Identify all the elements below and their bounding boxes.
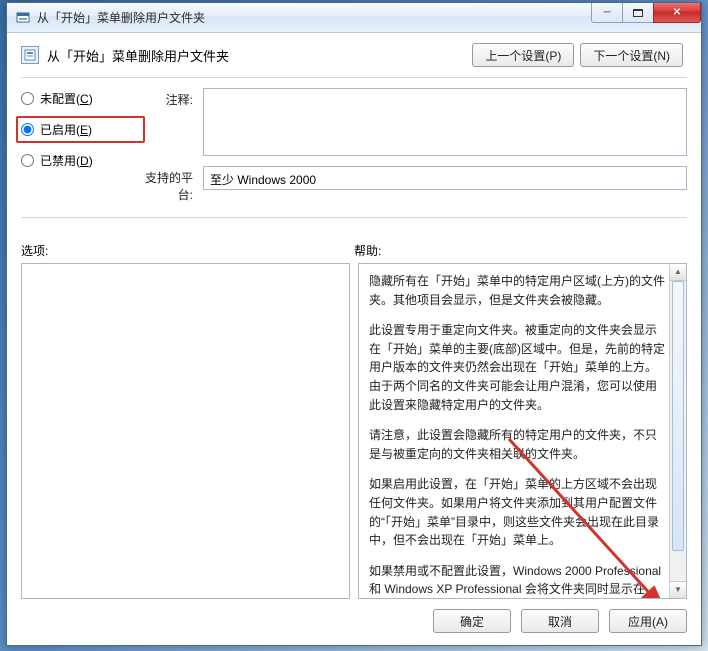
window-controls: ─ ✕	[592, 3, 701, 25]
maximize-icon	[633, 9, 643, 17]
app-icon	[15, 10, 31, 26]
ok-button[interactable]: 确定	[433, 609, 511, 633]
window: 从「开始」菜单删除用户文件夹 ─ ✕ 从「开始」菜单删除用户文件夹	[6, 2, 702, 646]
options-pane	[21, 263, 350, 599]
radio-disabled[interactable]: 已禁用(D)	[21, 152, 131, 169]
pane-labels: 选项: 帮助:	[21, 242, 687, 259]
prev-setting-button[interactable]: 上一个设置(P)	[472, 43, 574, 67]
config-row: 未配置(C) 已启用(E) 已禁用(D) 注释: 支持的平台	[21, 88, 687, 203]
policy-icon	[21, 46, 39, 64]
client-area: 从「开始」菜单删除用户文件夹 上一个设置(P) 下一个设置(N) 未配置(C) …	[7, 33, 701, 645]
radio-not-configured[interactable]: 未配置(C)	[21, 90, 131, 107]
state-radios: 未配置(C) 已启用(E) 已禁用(D)	[21, 88, 131, 203]
divider2	[21, 217, 687, 218]
next-setting-button[interactable]: 下一个设置(N)	[580, 43, 683, 67]
help-paragraph: 如果禁用或不配置此设置，Windows 2000 Professional 和 …	[369, 562, 666, 599]
options-label: 选项:	[21, 242, 354, 259]
header-row: 从「开始」菜单删除用户文件夹 上一个设置(P) 下一个设置(N)	[21, 43, 687, 67]
scroll-down-button[interactable]: ▼	[670, 581, 686, 598]
help-paragraph: 隐藏所有在「开始」菜单中的特定用户区域(上方)的文件夹。其他项目会显示，但是文件…	[369, 272, 666, 309]
window-title: 从「开始」菜单删除用户文件夹	[37, 9, 205, 26]
maximize-button[interactable]	[622, 3, 654, 23]
footer: 确定 取消 应用(A)	[21, 609, 687, 633]
help-paragraph: 请注意，此设置会隐藏所有的特定用户的文件夹，不只是与被重定向的文件夹相关联的文件…	[369, 426, 666, 463]
policy-title: 从「开始」菜单删除用户文件夹	[47, 46, 229, 65]
minimize-button[interactable]: ─	[591, 3, 623, 23]
scroll-thumb[interactable]	[672, 281, 684, 551]
help-pane: 隐藏所有在「开始」菜单中的特定用户区域(上方)的文件夹。其他项目会显示，但是文件…	[358, 263, 687, 599]
scrollbar[interactable]: ▲ ▼	[669, 264, 686, 598]
help-paragraph: 如果启用此设置，在「开始」菜单的上方区域不会出现任何文件夹。如果用户将文件夹添加…	[369, 475, 666, 549]
comment-label: 注释:	[131, 88, 203, 156]
apply-button[interactable]: 应用(A)	[609, 609, 687, 633]
help-body: 隐藏所有在「开始」菜单中的特定用户区域(上方)的文件夹。其他项目会显示，但是文件…	[369, 272, 666, 599]
scroll-track[interactable]	[670, 281, 686, 581]
comment-input[interactable]	[203, 88, 687, 156]
titlebar[interactable]: 从「开始」菜单删除用户文件夹 ─ ✕	[7, 3, 701, 33]
close-button[interactable]: ✕	[653, 3, 701, 23]
close-icon: ✕	[673, 7, 681, 18]
supported-platform: 至少 Windows 2000	[203, 166, 687, 190]
options-body	[32, 272, 329, 590]
radio-enabled[interactable]: 已启用(E)	[21, 121, 131, 138]
scroll-up-button[interactable]: ▲	[670, 264, 686, 281]
panes: 隐藏所有在「开始」菜单中的特定用户区域(上方)的文件夹。其他项目会显示，但是文件…	[21, 263, 687, 599]
radio-enabled-input[interactable]	[21, 123, 34, 136]
platform-label: 支持的平台:	[131, 166, 203, 203]
cancel-button[interactable]: 取消	[521, 609, 599, 633]
radio-not-configured-input[interactable]	[21, 92, 34, 105]
divider	[21, 77, 687, 78]
help-paragraph: 此设置专用于重定向文件夹。被重定向的文件夹会显示在「开始」菜单的主要(底部)区域…	[369, 321, 666, 414]
radio-disabled-input[interactable]	[21, 154, 34, 167]
help-label: 帮助:	[354, 242, 687, 259]
minimize-icon: ─	[603, 7, 610, 18]
